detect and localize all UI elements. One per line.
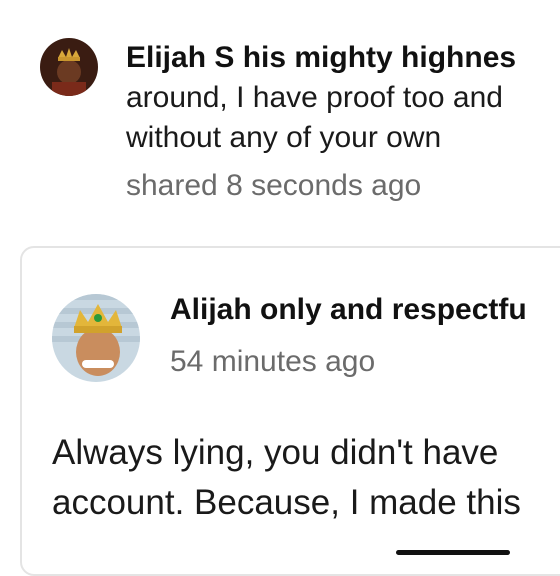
- comment-timestamp: shared 8 seconds ago: [126, 169, 422, 202]
- crowned-face-avatar-icon[interactable]: [52, 294, 140, 382]
- comment-card: Alijah only and respectfu 54 minutes ago…: [20, 246, 560, 576]
- comment-author[interactable]: Alijah only and respectfu: [170, 292, 527, 328]
- comment-text-line: Always lying, you didn't have: [52, 433, 499, 472]
- comment-text-line: account. Because, I made this: [52, 483, 521, 522]
- comment-author[interactable]: Elijah S his mighty highnes: [126, 40, 516, 76]
- comment-text: around, I have proof too and without any…: [126, 78, 503, 158]
- home-indicator[interactable]: [396, 550, 510, 555]
- comment-text: Always lying, you didn't have account. B…: [52, 428, 521, 528]
- comment-timestamp: 54 minutes ago: [170, 345, 376, 378]
- comment-text-line: around, I have proof too and: [126, 81, 503, 114]
- comment-top: Elijah S his mighty highnes around, I ha…: [0, 0, 560, 240]
- crowned-person-avatar-icon[interactable]: [40, 38, 98, 96]
- comment-text-line: without any of your own: [126, 121, 442, 154]
